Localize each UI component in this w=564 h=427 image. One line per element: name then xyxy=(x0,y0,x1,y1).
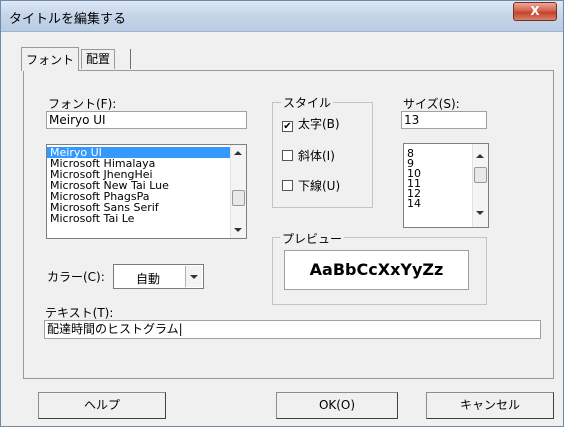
italic-checkbox-row[interactable]: 斜体(I) xyxy=(282,147,335,164)
help-button[interactable]: ヘルプ xyxy=(38,392,166,419)
color-select[interactable]: 自動 xyxy=(113,264,204,289)
title-bar[interactable]: タイトルを編集する X xyxy=(1,1,563,32)
preview-group-title: プレビュー xyxy=(280,230,345,247)
chevron-down-icon xyxy=(190,275,198,279)
close-button[interactable]: X xyxy=(513,2,557,21)
bold-checkbox[interactable]: ✔ xyxy=(282,121,293,132)
font-list-scrollbar[interactable] xyxy=(230,145,246,238)
style-group-title: スタイル xyxy=(281,94,334,111)
underline-checkbox-row[interactable]: 下線(U) xyxy=(282,177,340,194)
bold-checkbox-row[interactable]: ✔ 太字(B) xyxy=(282,115,340,132)
dialog-window: タイトルを編集する X フォント 配置 フォント(F): Meiryo UI M… xyxy=(0,0,564,427)
window-title: タイトルを編集する xyxy=(9,12,127,27)
ok-button[interactable]: OK(O) xyxy=(276,392,398,419)
bold-label: 太字(B) xyxy=(298,117,340,131)
size-list-scrollbar[interactable] xyxy=(472,144,488,227)
cancel-button[interactable]: キャンセル xyxy=(426,392,554,419)
scroll-thumb[interactable] xyxy=(474,167,487,183)
color-label: カラー(C): xyxy=(47,270,105,284)
italic-label: 斜体(I) xyxy=(298,149,335,163)
scroll-up-icon[interactable] xyxy=(476,154,484,158)
scroll-thumb[interactable] xyxy=(232,190,245,206)
list-item[interactable]: 14 xyxy=(404,198,472,209)
close-icon: X xyxy=(530,4,540,18)
font-name-input[interactable]: Meiryo UI xyxy=(46,111,247,129)
text-label: テキスト(T): xyxy=(45,306,114,320)
underline-label: 下線(U) xyxy=(298,179,341,193)
underline-checkbox[interactable] xyxy=(282,180,293,191)
list-item[interactable]: Microsoft Tai Le xyxy=(47,213,230,224)
italic-checkbox[interactable] xyxy=(282,150,293,161)
title-text-input[interactable]: 配達時間のヒストグラム| xyxy=(44,320,541,339)
scroll-down-icon[interactable] xyxy=(476,211,484,215)
color-select-value: 自動 xyxy=(136,272,161,286)
font-listbox[interactable]: Meiryo UI Microsoft Himalaya Microsoft J… xyxy=(46,144,247,239)
tab-font[interactable]: フォント xyxy=(21,47,80,71)
dropdown-button[interactable] xyxy=(185,266,202,287)
size-input[interactable]: 13 xyxy=(401,111,487,129)
size-listbox[interactable]: 8 9 10 11 12 14 xyxy=(403,143,489,228)
preview-sample: AaBbCcXxYyZz xyxy=(284,250,469,290)
tab-separator xyxy=(130,49,131,69)
size-label: サイズ(S): xyxy=(403,97,460,111)
scroll-up-icon[interactable] xyxy=(234,151,242,155)
tab-placement[interactable]: 配置 xyxy=(81,49,116,69)
list-item[interactable]: 8 xyxy=(404,148,472,159)
scroll-down-icon[interactable] xyxy=(234,228,242,232)
font-label: フォント(F): xyxy=(48,97,117,111)
